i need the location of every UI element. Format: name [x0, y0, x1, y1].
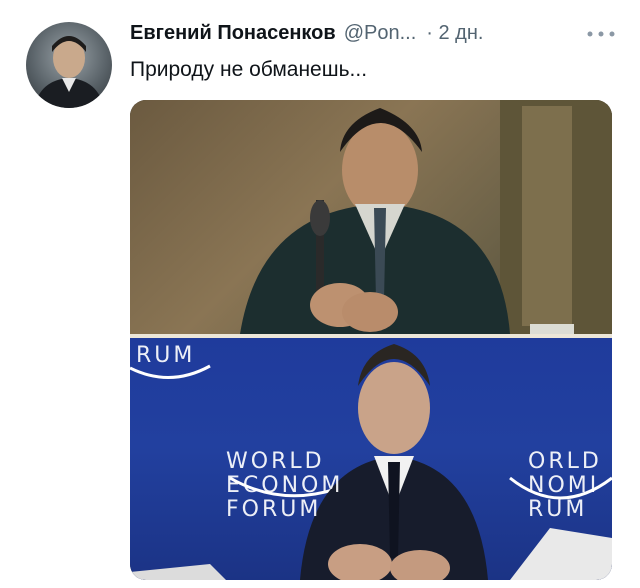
photo-top-illustration	[240, 100, 612, 334]
photo-bottom[interactable]: RUM WORLD ECONOM FORUM ORLD NOMI RUM	[130, 338, 612, 580]
tweet-timestamp[interactable]: · 2 дн.	[426, 22, 483, 45]
author-handle[interactable]: @Pon...	[344, 22, 417, 45]
author-avatar[interactable]	[26, 22, 112, 108]
tweet-media[interactable]: RUM WORLD ECONOM FORUM ORLD NOMI RUM	[130, 100, 612, 580]
wef-logo-left: WORLD ECONOM FORUM	[226, 449, 344, 522]
avatar-portrait	[34, 36, 104, 108]
tweet-header: Евгений Понасенков @Pon... · 2 дн.	[130, 22, 483, 50]
tweet[interactable]: Евгений Понасенков @Pon... · 2 дн. Приро…	[0, 0, 640, 588]
more-horizontal-icon[interactable]	[586, 24, 616, 44]
wef-logo-top-left: RUM	[136, 343, 196, 368]
tweet-text: Природу не обманешь...	[130, 58, 368, 81]
wef-logo-right: ORLD NOMI RUM	[528, 449, 602, 522]
author-name[interactable]: Евгений Понасенков	[130, 22, 336, 45]
photo-top[interactable]	[130, 100, 612, 334]
